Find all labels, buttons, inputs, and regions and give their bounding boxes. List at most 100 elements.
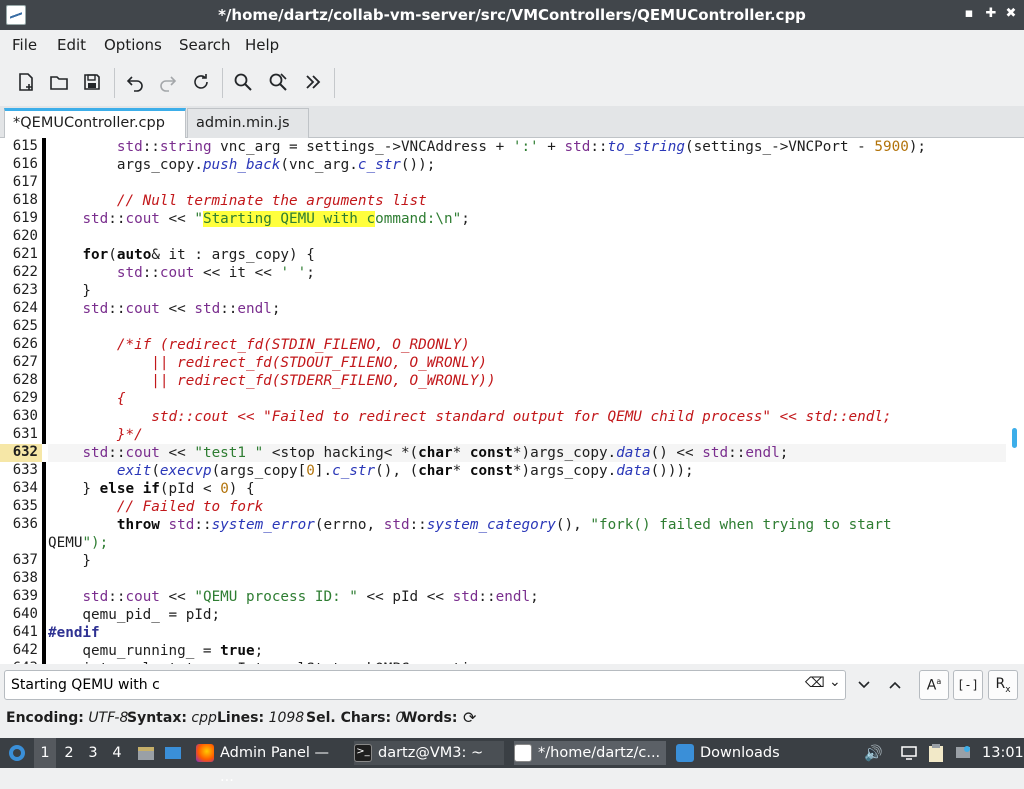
new-file-button[interactable]	[12, 68, 40, 96]
menu-search[interactable]: Search	[179, 36, 231, 54]
code-line: std::string vnc_arg = settings_->VNCAddr…	[116, 139, 927, 155]
workspace-4[interactable]: 4	[109, 738, 125, 768]
current-code-line: std::cout << "test1 " <stop hacking< *(c…	[48, 444, 1008, 462]
code-line: QEMU");	[48, 535, 109, 551]
open-file-button[interactable]	[45, 68, 73, 96]
close-window-button[interactable]: ✖	[1004, 6, 1018, 22]
toolbar-separator	[334, 68, 335, 98]
code-line: }*/	[48, 427, 143, 443]
whole-word-icon: [-]	[957, 678, 979, 692]
chevron-up-icon	[889, 681, 901, 689]
code-line: } else if(pId < 0) {	[48, 481, 255, 497]
minimize-button[interactable]: ▪	[962, 6, 976, 22]
clear-search-icon[interactable]: ⌫	[805, 675, 825, 691]
code-text-area[interactable]: std::string vnc_arg = settings_->VNCAddr…	[48, 138, 1008, 664]
scrollbar-thumb[interactable]	[1012, 428, 1017, 448]
redo-button[interactable]	[154, 68, 182, 96]
code-line: // Null terminate the arguments list	[48, 193, 427, 209]
workspace-1[interactable]: 1	[34, 738, 56, 768]
network-icon[interactable]	[900, 738, 920, 768]
double-chevron-right-icon	[306, 75, 321, 89]
start-menu-button[interactable]	[6, 741, 28, 765]
toolbar	[0, 60, 1024, 106]
save-button[interactable]	[78, 68, 106, 96]
line-number: 635	[12, 498, 38, 514]
new-file-icon	[19, 73, 33, 91]
reload-icon	[194, 74, 208, 89]
line-number: 621	[12, 246, 38, 262]
taskbar-window-firefox[interactable]: Admin Panel — ...	[196, 741, 346, 785]
firefox-icon	[196, 744, 214, 762]
code-line: throw std::system_error(errno, std::syst…	[116, 517, 892, 533]
desktop-launcher-icon[interactable]	[163, 738, 185, 768]
toolbar-separator	[114, 68, 115, 98]
menu-options[interactable]: Options	[104, 36, 162, 54]
folder-icon	[676, 744, 694, 762]
refresh-word-count-icon[interactable]: ⟳	[463, 708, 476, 727]
line-number: 628	[12, 372, 38, 388]
find-button[interactable]	[229, 68, 257, 96]
line-number: 641	[12, 624, 38, 640]
notification-icon[interactable]	[955, 738, 973, 768]
taskbar-window-terminal[interactable]: >_ dartz@VM3: ~	[354, 741, 504, 765]
code-line: // Failed to fork	[48, 499, 264, 515]
selection-status: Sel. Chars: 0	[306, 710, 405, 726]
line-number: 634	[12, 480, 38, 496]
clipboard-icon[interactable]	[928, 738, 948, 768]
match-case-button[interactable]: Aa	[919, 670, 949, 700]
undo-button[interactable]	[121, 68, 149, 96]
window-titlebar: */home/dartz/collab-vm-server/src/VMCont…	[0, 0, 1024, 30]
code-line: std::cout << it << ' ';	[116, 265, 315, 281]
chevron-down-icon[interactable]: ⌄	[829, 674, 841, 690]
line-number: 625	[12, 318, 38, 334]
line-number: 623	[12, 282, 38, 298]
whole-word-button[interactable]: [-]	[953, 670, 983, 700]
vertical-scrollbar[interactable]	[1006, 138, 1024, 664]
status-bar: Encoding: UTF-8 Syntax: cpp Lines: 1098 …	[0, 706, 1024, 732]
find-replace-button[interactable]	[264, 68, 292, 96]
menu-file[interactable]: File	[12, 36, 37, 54]
volume-icon[interactable]: 🔊	[864, 738, 883, 768]
taskbar-window-editor[interactable]: */home/dartz/c...	[514, 741, 666, 765]
find-previous-button[interactable]	[880, 670, 910, 700]
tab-bar: *QEMUController.cpp✕ admin.min.js✕	[0, 106, 1024, 162]
current-line-number: 632	[0, 444, 42, 462]
regex-button[interactable]: Rx	[988, 670, 1018, 700]
menu-edit[interactable]: Edit	[57, 36, 86, 54]
taskbar-window-downloads[interactable]: Downloads	[676, 741, 784, 765]
code-line: std::cout << std::endl;	[82, 301, 281, 317]
line-number: 629	[12, 390, 38, 406]
taskbar-window-label: Downloads	[700, 745, 780, 761]
go-to-line-button[interactable]	[299, 68, 327, 96]
menu-help[interactable]: Help	[245, 36, 279, 54]
code-line: }	[48, 283, 92, 299]
tab-label: admin.min.js	[196, 115, 290, 131]
reload-button[interactable]	[187, 68, 215, 96]
files-launcher-icon[interactable]	[136, 738, 158, 768]
code-line: || redirect_fd(STDERR_FILENO, O_WRONLY))	[48, 373, 496, 389]
workspace-2[interactable]: 2	[61, 738, 77, 768]
tab-admin-min-js[interactable]: admin.min.js✕	[187, 108, 309, 162]
menubar: File Edit Options Search Help	[0, 30, 1024, 60]
line-number: 616	[12, 156, 38, 172]
line-number: 633	[12, 462, 38, 478]
tab-qemucontroller[interactable]: *QEMUController.cpp✕	[4, 108, 186, 159]
find-next-button[interactable]	[849, 670, 879, 700]
maximize-button[interactable]: ✚	[984, 6, 998, 22]
code-line: #endif	[48, 625, 100, 641]
search-icon	[234, 73, 252, 91]
toolbar-separator	[222, 68, 223, 98]
line-number: 626	[12, 336, 38, 352]
workspace-3[interactable]: 3	[85, 738, 101, 768]
save-icon	[84, 74, 100, 90]
search-bar: ⌫ ⌄ Aa [-] Rx	[0, 664, 1024, 706]
search-box[interactable]: ⌫ ⌄	[4, 670, 846, 700]
undo-icon	[126, 76, 143, 92]
code-line: }	[48, 553, 92, 569]
redo-icon	[160, 76, 177, 92]
text-editor-icon	[514, 744, 532, 762]
search-input[interactable]	[11, 675, 791, 695]
code-editor[interactable]: 615 616 617 618 619 620 621 622 623 624 …	[0, 138, 1024, 664]
clock[interactable]: 13:01	[982, 738, 1024, 768]
line-number	[0, 534, 42, 552]
